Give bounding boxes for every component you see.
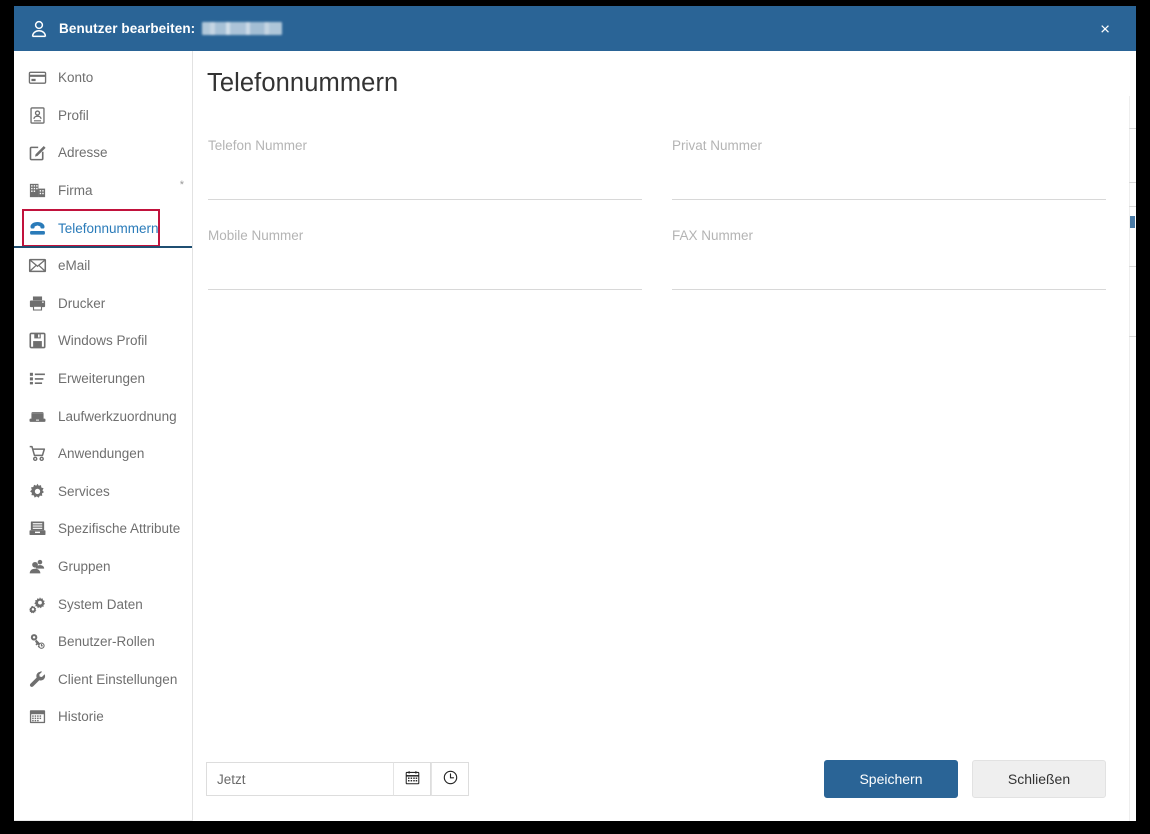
sidebar-item-adresse[interactable]: Adresse: [14, 134, 192, 172]
dialog-footer: Speichern Schließen: [193, 737, 1136, 821]
sidebar-item-spezifische-attribute[interactable]: Spezifische Attribute: [14, 510, 192, 548]
save-button[interactable]: Speichern: [824, 760, 958, 798]
field-privat-nummer: Privat Nummer: [672, 128, 1106, 218]
footer-actions: Speichern Schließen: [824, 760, 1106, 798]
close-button[interactable]: Schließen: [972, 760, 1106, 798]
scrollbar-tick: [1129, 206, 1136, 207]
edit-square-icon: [28, 143, 47, 162]
sidebar-item-benutzer-rollen[interactable]: Benutzer-Rollen: [14, 623, 192, 661]
field-label-privat-nummer: Privat Nummer: [672, 138, 763, 153]
sidebar-item-label: System Daten: [58, 596, 143, 612]
sidebar-item-label: Adresse: [58, 145, 108, 161]
gear-icon: [28, 482, 47, 501]
calendar-icon: [405, 770, 420, 788]
close-icon[interactable]: ×: [1096, 18, 1114, 39]
drive-icon: [28, 407, 47, 426]
privat-nummer-input[interactable]: [672, 183, 1106, 200]
sidebar-item-services[interactable]: Services: [14, 473, 192, 511]
page-title: Telefonnummern: [207, 69, 399, 97]
printer-icon: [28, 294, 47, 313]
sidebar-item-label: Client Einstellungen: [58, 671, 178, 687]
sidebar-item-anwendungen[interactable]: Anwendungen: [14, 435, 192, 473]
datetime-picker-group: [206, 762, 469, 796]
phone-icon: [28, 219, 47, 238]
sidebar-item-label: Anwendungen: [58, 446, 145, 462]
scrollbar-tick: [1129, 128, 1136, 129]
floppy-disk-icon: [28, 331, 47, 350]
clock-icon: [443, 770, 458, 788]
sidebar-item-label: Gruppen: [58, 559, 111, 575]
phone-numbers-form: Telefon Nummer Privat Nummer Mobile Numm…: [206, 128, 1106, 308]
envelope-icon: [28, 256, 47, 275]
dialog-title-prefix: Benutzer bearbeiten:: [59, 21, 196, 36]
sidebar-item-system-daten[interactable]: System Daten: [14, 585, 192, 623]
dialog-body: Konto Profil Adresse Firma * Telefonnummern eM…: [14, 51, 1136, 821]
sidebar-item-label: Benutzer-Rollen: [58, 634, 155, 650]
id-card-icon: [28, 106, 47, 125]
content-scrollbar-track[interactable]: [1129, 96, 1136, 821]
sidebar-item-firma[interactable]: Firma *: [14, 172, 192, 210]
sidebar-bottom-divider: [14, 820, 193, 821]
sidebar-item-label: Telefonnummern: [58, 220, 159, 236]
users-icon: [28, 557, 47, 576]
calendar-icon: [28, 707, 47, 726]
field-mobile-nummer: Mobile Nummer: [208, 218, 642, 308]
sidebar-item-label: Spezifische Attribute: [58, 521, 181, 537]
key-icon: [28, 632, 47, 651]
shopping-cart-icon: [28, 444, 47, 463]
scrollbar-thumb[interactable]: [1130, 216, 1135, 228]
sidebar-item-konto[interactable]: Konto: [14, 59, 192, 97]
sidebar-item-email[interactable]: eMail: [14, 247, 192, 285]
required-marker: *: [179, 178, 184, 191]
archive-icon: [28, 519, 47, 538]
calendar-picker-button[interactable]: [393, 762, 431, 796]
sidebar-item-profil[interactable]: Profil: [14, 97, 192, 135]
content-main: Telefonnummern Telefon Nummer Privat Num…: [193, 51, 1136, 737]
content-pane: Telefonnummern Telefon Nummer Privat Num…: [193, 51, 1136, 821]
sidebar-nav: Konto Profil Adresse Firma * Telefonnummern eM…: [14, 51, 193, 821]
sidebar-item-erweiterungen[interactable]: Erweiterungen: [14, 360, 192, 398]
building-icon: [28, 181, 47, 200]
telefon-nummer-input[interactable]: [208, 183, 642, 200]
field-telefon-nummer: Telefon Nummer: [208, 128, 642, 218]
time-picker-button[interactable]: [431, 762, 469, 796]
dialog-titlebar: Benutzer bearbeiten: ×: [14, 6, 1136, 51]
fax-nummer-input[interactable]: [672, 273, 1106, 290]
mobile-nummer-input[interactable]: [208, 273, 642, 290]
sidebar-item-label: Windows Profil: [58, 333, 148, 349]
sidebar-item-windows-profil[interactable]: Windows Profil: [14, 322, 192, 360]
field-label-mobile-nummer: Mobile Nummer: [208, 228, 304, 243]
dialog-title: Benutzer bearbeiten:: [59, 21, 283, 36]
dialog-title-redacted-username: [202, 22, 283, 35]
field-label-telefon-nummer: Telefon Nummer: [208, 138, 308, 153]
sidebar-item-label: eMail: [58, 258, 91, 274]
sidebar-item-label: Drucker: [58, 295, 106, 311]
sidebar-item-laufwerkzuordnung[interactable]: Laufwerkzuordnung: [14, 397, 192, 435]
edit-user-dialog: Benutzer bearbeiten: × Konto Profil Adress…: [14, 6, 1136, 821]
list-icon: [28, 369, 47, 388]
wrench-icon: [28, 670, 47, 689]
scrollbar-tick: [1129, 182, 1136, 183]
sidebar-item-label: Services: [58, 483, 110, 499]
sidebar-item-telefonnummern[interactable]: Telefonnummern: [14, 209, 192, 249]
sidebar-item-label: Profil: [58, 107, 89, 123]
datetime-input[interactable]: [206, 762, 393, 796]
user-icon: [30, 20, 48, 38]
screen-root: Benutzer bearbeiten: × Konto Profil Adress…: [0, 0, 1150, 834]
sidebar-item-label: Historie: [58, 709, 104, 725]
sidebar-item-historie[interactable]: Historie: [14, 698, 192, 736]
sidebar-item-gruppen[interactable]: Gruppen: [14, 548, 192, 586]
cogs-icon: [28, 595, 47, 614]
sidebar-item-label: Laufwerkzuordnung: [58, 408, 177, 424]
sidebar-item-client-einstellungen[interactable]: Client Einstellungen: [14, 661, 192, 699]
sidebar-item-label: Erweiterungen: [58, 371, 146, 387]
sidebar-item-label: Konto: [58, 70, 94, 86]
sidebar-item-drucker[interactable]: Drucker: [14, 285, 192, 323]
sidebar-item-label: Firma: [58, 183, 93, 199]
scrollbar-tick: [1129, 336, 1136, 337]
scrollbar-tick: [1129, 266, 1136, 267]
field-label-fax-nummer: FAX Nummer: [672, 228, 754, 243]
credit-card-icon: [28, 68, 47, 87]
field-fax-nummer: FAX Nummer: [672, 218, 1106, 308]
